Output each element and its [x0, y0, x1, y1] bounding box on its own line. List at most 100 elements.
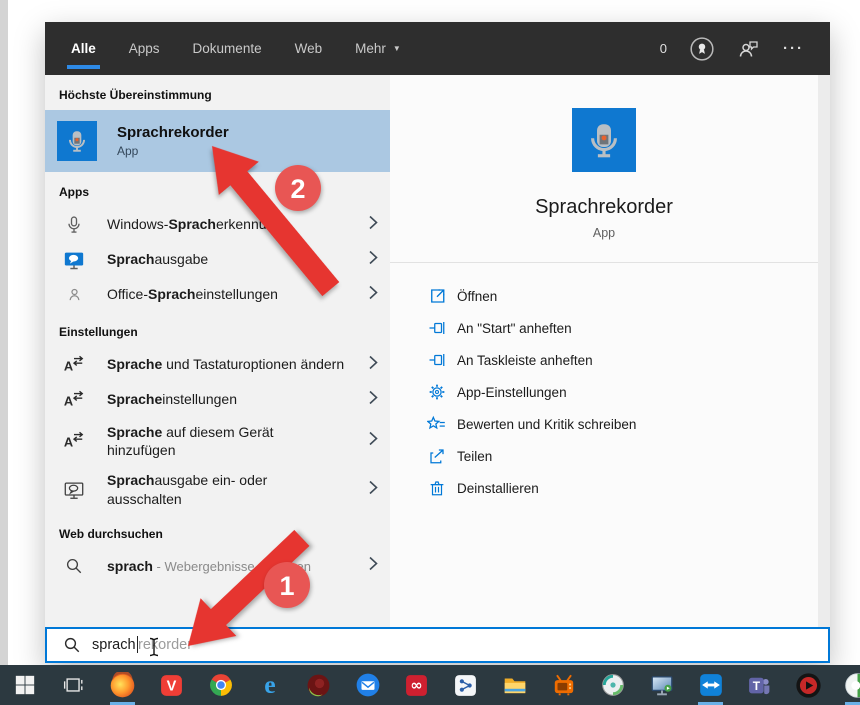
chevron-right-icon [369, 355, 378, 375]
taskbar-start-button[interactable] [0, 665, 49, 705]
taskbar-file-explorer[interactable] [490, 665, 539, 705]
best-match-title: Sprachrekorder [117, 124, 229, 141]
action-label: Teilen [457, 449, 492, 464]
taskbar: V e ∞ [0, 665, 860, 705]
pin-icon [427, 319, 446, 338]
taskbar-teams[interactable]: T [735, 665, 784, 705]
media-player-icon [795, 672, 822, 699]
result-label: Windows-Spracherkennung [107, 209, 282, 239]
result-label: Office-Spracheinstellungen [107, 279, 278, 309]
result-sprachausgabe-umschalten[interactable]: Sprachausgabe ein- oder ausschalten [45, 465, 390, 513]
firefox-icon [109, 672, 136, 699]
chevron-right-icon [369, 285, 378, 305]
tab-web[interactable]: Web [295, 22, 323, 75]
taskbar-media-player[interactable] [784, 665, 833, 705]
result-label: Sprachausgabe ein- oder ausschalten [107, 465, 345, 513]
action-label: An "Start" anheften [457, 321, 572, 336]
gear-icon [427, 383, 446, 402]
svg-text:A: A [64, 393, 73, 408]
result-sprache-hinzufuegen[interactable]: A Sprache auf diesem Gerät hinzufügen [45, 417, 390, 465]
action-deinstallieren[interactable]: Deinstallieren [390, 472, 818, 504]
action-label: App-Einstellungen [457, 385, 567, 400]
taskbar-firefox[interactable] [98, 665, 147, 705]
edge-icon: e [256, 671, 284, 699]
svg-text:∞: ∞ [410, 677, 422, 694]
tab-mehr-dropdown[interactable]: Mehr ▼ [355, 22, 401, 75]
svg-text:T: T [753, 679, 761, 693]
feedback-icon[interactable] [737, 37, 761, 61]
scrollbar[interactable] [818, 75, 830, 627]
chevron-right-icon [369, 480, 378, 500]
result-office-spracheinstellungen[interactable]: Office-Spracheinstellungen [45, 277, 390, 312]
taskbar-remote-desktop[interactable] [637, 665, 686, 705]
search-icon [63, 636, 81, 654]
action-teilen[interactable]: Teilen [390, 440, 818, 472]
svg-text:A: A [64, 435, 73, 450]
apps-header: Apps [45, 172, 390, 207]
taskbar-chrome[interactable] [196, 665, 245, 705]
result-label: Sprache und Tastaturoptionen ändern [107, 349, 344, 379]
more-options-icon[interactable]: ··· [783, 40, 804, 57]
remote-desktop-icon [649, 672, 675, 698]
webex-icon [844, 672, 860, 699]
search-typed-text: sprach [92, 637, 136, 653]
tab-mehr-label: Mehr [355, 41, 386, 56]
action-an-taskleiste-anheften[interactable]: An Taskleiste anheften [390, 344, 818, 376]
divider [390, 262, 818, 263]
action-label: Öffnen [457, 289, 497, 304]
search-input[interactable]: sprachrekorder [45, 627, 830, 663]
result-sprachausgabe[interactable]: Sprachausgabe [45, 242, 390, 277]
svg-text:V: V [167, 678, 177, 694]
taskbar-thunderbird[interactable] [343, 665, 392, 705]
chevron-right-icon [369, 431, 378, 451]
action-label: An Taskleiste anheften [457, 353, 593, 368]
best-match-result-sprachrekorder[interactable]: Sprachrekorder App [45, 110, 390, 172]
task-view-icon [63, 674, 85, 696]
tab-dokumente[interactable]: Dokumente [193, 22, 262, 75]
result-windows-spracherkennung[interactable]: Windows-Spracherkennung [45, 207, 390, 242]
settings-header: Einstellungen [45, 312, 390, 347]
voice-recorder-app-icon [57, 121, 97, 161]
action-bewerten[interactable]: Bewerten und Kritik schreiben [390, 408, 818, 440]
tab-apps[interactable]: Apps [129, 22, 160, 75]
taskbar-tv-app[interactable] [539, 665, 588, 705]
preview-subtitle: App [593, 226, 615, 240]
action-oeffnen[interactable]: Öffnen [390, 280, 818, 312]
search-icon [63, 555, 85, 577]
pin-icon [427, 351, 446, 370]
voice-recorder-app-icon-large [572, 108, 636, 172]
action-label: Bewerten und Kritik schreiben [457, 417, 636, 432]
tab-dokumente-label: Dokumente [193, 41, 262, 56]
preview-panel: Sprachrekorder App Öffnen [390, 75, 818, 627]
tab-alle[interactable]: Alle [71, 22, 96, 75]
taskbar-adobe-creative-cloud[interactable]: ∞ [392, 665, 441, 705]
taskbar-vivaldi[interactable]: V [147, 665, 196, 705]
action-an-start-anheften[interactable]: An "Start" anheften [390, 312, 818, 344]
taskbar-teamviewer[interactable] [686, 665, 735, 705]
thunderbird-icon [355, 672, 381, 698]
tab-web-label: Web [295, 41, 323, 56]
best-match-subtitle: App [117, 144, 229, 158]
taskbar-sharex[interactable] [441, 665, 490, 705]
tv-app-icon [551, 672, 577, 698]
windows-start-icon [14, 674, 36, 696]
tab-alle-label: Alle [71, 41, 96, 56]
file-explorer-icon [502, 672, 528, 698]
narrator-outline-icon [63, 479, 85, 501]
share-icon [427, 447, 446, 466]
result-web-sprach[interactable]: sprach - Webergebnisse anzeigen [45, 549, 390, 584]
search-filter-bar: Alle Apps Dokumente Web Mehr ▼ 0 [45, 22, 830, 75]
result-sprache-tastaturoptionen[interactable]: A Sprache und Tastaturoptionen ändern [45, 347, 390, 382]
action-app-einstellungen[interactable]: App-Einstellungen [390, 376, 818, 408]
rewards-medal-icon[interactable] [689, 36, 715, 62]
taskbar-cisco-anyconnect[interactable] [588, 665, 637, 705]
microphone-icon [63, 214, 85, 236]
result-label: Sprache auf diesem Gerät hinzufügen [107, 417, 345, 465]
chevron-right-icon [369, 250, 378, 270]
result-spracheinstellungen[interactable]: A Spracheinstellungen [45, 382, 390, 417]
taskbar-seamonkey[interactable] [294, 665, 343, 705]
chevron-right-icon [369, 215, 378, 235]
taskbar-edge[interactable]: e [245, 665, 294, 705]
taskbar-webex[interactable] [833, 665, 860, 705]
taskbar-task-view-button[interactable] [49, 665, 98, 705]
